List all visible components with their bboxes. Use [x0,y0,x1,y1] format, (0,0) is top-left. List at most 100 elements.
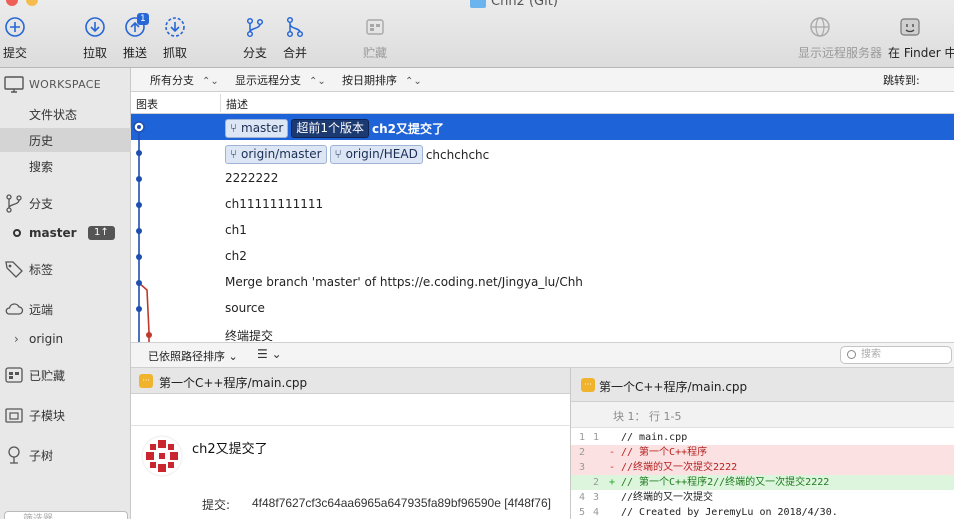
history-column-header: 图表 描述 [131,92,954,114]
sidebar-item-remote-origin[interactable]: › origin [0,327,131,351]
changed-file-row[interactable]: ··· 第一个C++程序/main.cpp [131,368,570,394]
commit-message: ch1 [225,223,247,237]
sidebar-item-branch-master[interactable]: master 1↑ [0,221,131,245]
branch-ahead-badge: 1↑ [88,226,115,240]
diff-code: //终端的又一次提交2222 [621,462,738,473]
commit-row[interactable]: ch1 [131,218,954,244]
commit-message: 终端提交 [225,329,274,342]
history-filter-bar: 所有分支 ⌃⌄ 显示远程分支 ⌃⌄ 按日期排序 ⌃⌄ 跳转到: [131,68,954,92]
commit-title: ch2又提交了 [192,442,268,457]
sidebar-remotes-header[interactable]: 远端 [0,297,131,321]
branch-tag: ⑂ origin/HEAD [329,145,423,164]
tag-icon [5,261,23,278]
commit-row[interactable]: source [131,296,954,322]
branch-button[interactable]: 分支 [233,16,277,61]
commit-message: chchchchc [425,147,490,162]
commit-row[interactable]: ⑂ master 超前1个版本 ch2又提交了 [131,114,954,140]
avatar [141,435,183,477]
diff-line: 4 3 //终端的又一次提交 [571,490,954,505]
commit-message: ch11111111111 [225,197,324,211]
line-number: 2 [592,477,599,488]
folder-icon [470,0,486,8]
ahead-badge: 超前1个版本 [291,119,369,138]
modified-file-icon: ··· [581,378,595,392]
sidebar-filter-input[interactable]: 筛选器 [4,511,128,519]
list-mode-dropdown[interactable]: ☰ ⌄ [257,347,282,361]
all-branches-dropdown[interactable]: 所有分支 ⌃⌄ [150,72,219,88]
window-title: Chh2 (Git) [470,0,558,9]
graph-column-header[interactable]: 图表 [136,96,158,112]
sort-by-date-dropdown[interactable]: 按日期排序 ⌃⌄ [342,72,422,88]
close-window-button[interactable] [6,0,18,6]
line-number: 2 [578,447,585,458]
minimize-window-button[interactable] [26,0,38,6]
chevron-updown-icon: ⌃⌄ [202,76,219,87]
graph-node [136,254,142,260]
commit-details-pane: ··· 第一个C++程序/main.cpp ch2又提交了 提交: 4f48f7… [131,368,570,519]
sidebar-branches-header[interactable]: 分支 [0,191,131,215]
jump-to-label: 跳转到: [883,74,920,87]
sidebar: WORKSPACE 文件状态 历史 搜索 分支 master 1↑ 标签 远端 [0,68,131,519]
diff-line: 2 + // 第一个C++程序2//终端的又一次提交2222 [571,475,954,490]
stash-button[interactable]: 贮藏 [353,16,397,61]
arrow-down-circle-icon [85,17,105,37]
chevron-right-icon[interactable]: › [14,332,19,346]
commit-message: ch2又提交了 [371,122,444,136]
sourcetree-window: Chh2 (Git) 提交 拉取 1 推送 抓取 分支 合并 贮藏 显示远程服务… [0,0,954,519]
commit-row[interactable]: Merge branch 'master' of https://e.codin… [131,270,954,296]
commit-graph [133,121,152,342]
graph-node [146,332,152,338]
sort-by-path-dropdown[interactable]: 已依照路径排序 ⌄ [148,348,238,364]
sidebar-item-history[interactable]: 历史 [0,128,131,152]
push-button[interactable]: 1 推送 [113,13,157,61]
sidebar-tags-header[interactable]: 标签 [0,257,131,281]
file-sort-bar: 已依照路径排序 ⌄ ☰ ⌄ 搜索 [131,342,954,368]
show-remote-branches-dropdown[interactable]: 显示远程分支 ⌃⌄ [235,72,326,88]
fetch-button[interactable]: 抓取 [153,16,197,61]
chevron-updown-icon: ⌃⌄ [405,76,422,87]
commit-message: source [225,301,265,315]
commit-row[interactable]: ch11111111111 [131,192,954,218]
current-branch-icon [13,229,21,237]
description-column-header[interactable]: 描述 [226,96,248,112]
diff-sign: - [609,447,616,458]
line-number: 3 [592,492,599,503]
diff-sign: - [609,462,616,473]
line-number: 1 [578,432,585,443]
submodule-icon [5,408,23,423]
line-number: 4 [578,492,585,503]
hunk-header: 块 1： 行 1-5 [571,402,954,428]
commit-row[interactable]: 终端提交 [131,322,954,342]
push-count-badge: 1 [137,13,149,25]
modified-file-icon: ··· [139,374,153,388]
merge-button[interactable]: 合并 [273,16,317,61]
search-input[interactable]: 搜索 [840,346,952,364]
diff-pane: ··· 第一个C++程序/main.cpp 块 1： 行 1-5 1 1 // ma… [570,368,954,519]
finder-icon [900,18,920,36]
commit-hash-value[interactable]: 4f48f7627cf3c64aa6965a647935fa89bf96590e… [252,496,551,510]
sidebar-item-file-status[interactable]: 文件状态 [0,102,131,126]
toolbar: Chh2 (Git) 提交 拉取 1 推送 抓取 分支 合并 贮藏 显示远程服务… [0,0,954,68]
graph-node [136,150,142,156]
commit-row[interactable]: 2222222 [131,166,954,192]
graph-node [136,202,142,208]
monitor-icon [4,76,24,93]
sidebar-submodules-header[interactable]: 子模块 [0,403,131,427]
sidebar-stashes-header[interactable]: 已贮藏 [0,363,131,387]
commit-message: ch2 [225,249,247,263]
column-divider[interactable] [220,94,221,112]
branch-icon [246,17,264,38]
commit-message: Merge branch 'master' of https://e.codin… [225,275,583,289]
sidebar-subtrees-header[interactable]: 子树 [0,443,131,467]
sidebar-workspace-header: WORKSPACE [0,72,131,96]
line-number: 5 [578,507,585,518]
diff-sign: + [609,477,616,488]
commit-row[interactable]: ch2 [131,244,954,270]
pull-button[interactable]: 拉取 [73,16,117,61]
sidebar-item-search[interactable]: 搜索 [0,154,131,178]
show-remote-button[interactable]: 显示远程服务器 [798,16,882,61]
show-in-finder-button[interactable]: 在 Finder 中显示 [888,16,954,61]
commit-row[interactable]: ⑂ origin/master ⑂ origin/HEAD chchchchc [131,140,954,166]
line-number: 4 [592,507,599,518]
commit-button[interactable]: 提交 [0,16,37,61]
